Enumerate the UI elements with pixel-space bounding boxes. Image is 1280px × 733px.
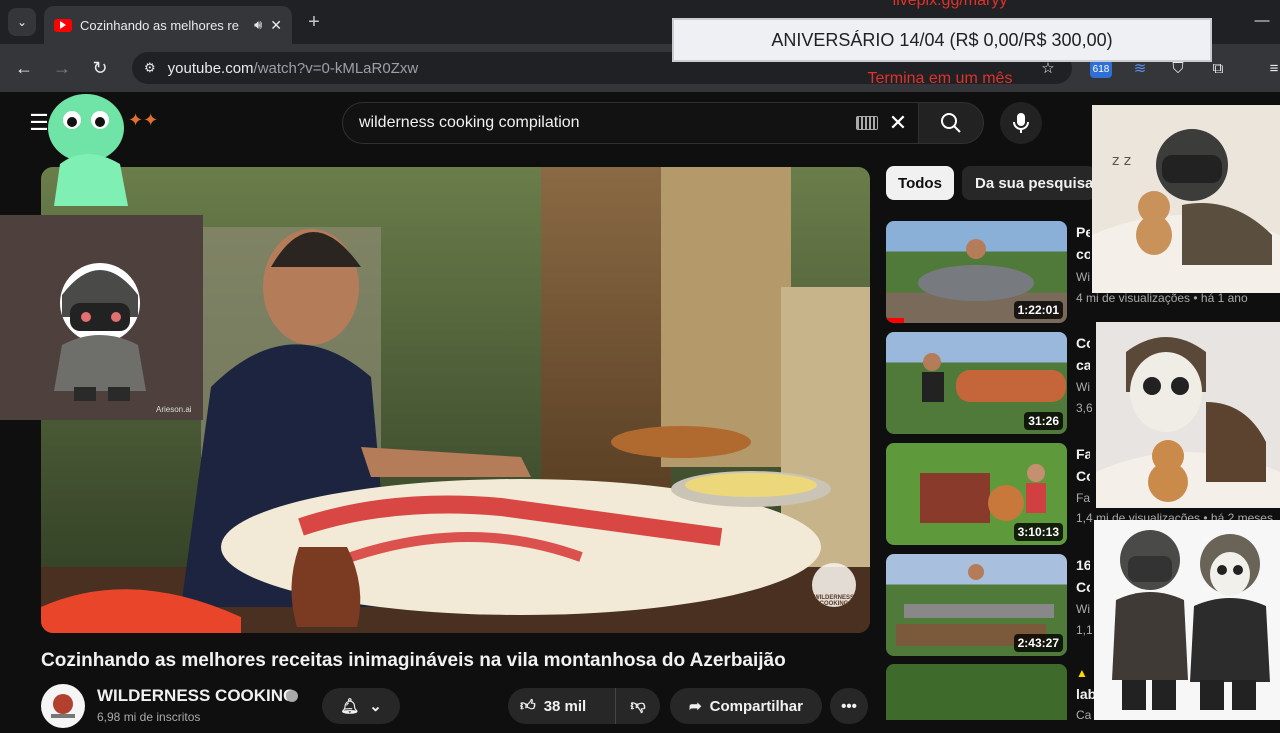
related-channel: Wi: [1076, 270, 1090, 284]
thumbs-up-icon: 👍︎: [520, 697, 536, 714]
clear-search-icon[interactable]: ✕: [886, 110, 910, 136]
related-title-line2[interactable]: Co: [1076, 466, 1090, 486]
tab-close-icon[interactable]: ✕: [270, 17, 282, 34]
channel-avatar[interactable]: [41, 684, 85, 728]
back-button[interactable]: ←: [8, 52, 40, 84]
related-title-line2[interactable]: co: [1076, 244, 1090, 264]
sleeping-ghost-sticker: [1096, 322, 1280, 508]
dislike-button[interactable]: 👎︎: [616, 688, 660, 724]
youtube-favicon-icon: [54, 18, 72, 32]
url-host: youtube.com: [167, 59, 254, 77]
verified-badge-icon: [286, 690, 298, 702]
two-soldiers-sticker: [1094, 520, 1280, 720]
related-views: 3,6: [1076, 401, 1092, 415]
like-dislike-group: 👍︎ 38 mil 👎︎: [508, 688, 660, 724]
like-button[interactable]: 👍︎ 38 mil: [508, 688, 616, 724]
related-thumbnail[interactable]: [886, 664, 1067, 720]
window-minimize-icon[interactable]: —: [1250, 8, 1274, 32]
related-title[interactable]: 16: [1076, 555, 1090, 575]
related-thumbnail[interactable]: 31:26: [886, 332, 1067, 434]
tab-search-button[interactable]: ⌄: [8, 8, 36, 36]
flame-decoration-icon: ✦✦: [128, 110, 159, 130]
share-label: Compartilhar: [709, 697, 803, 715]
tab-title: Cozinhando as melhores re: [80, 17, 239, 33]
donation-goal-banner: ANIVERSÁRIO 14/04 (R$ 0,00/R$ 300,00): [672, 18, 1212, 62]
related-title[interactable]: lab: [1076, 684, 1096, 704]
related-views: 1,1: [1076, 623, 1092, 637]
sleeping-soldier-sticker: z z: [1092, 105, 1280, 293]
chip-from-search[interactable]: Da sua pesquisa: [962, 166, 1096, 200]
extension-badge[interactable]: 618: [1090, 60, 1112, 78]
notification-bell-button[interactable]: 🔔︎ ⌄: [322, 688, 400, 724]
bell-icon: 🔔︎: [340, 698, 360, 715]
site-info-icon[interactable]: ⚙: [144, 60, 156, 76]
related-views: 4 mi de visualizações • há 1 ano: [1076, 291, 1248, 305]
livepix-link: livepix.gg/maryy: [892, 0, 1008, 9]
svg-text:z z: z z: [1112, 153, 1131, 169]
related-thumbnail[interactable]: 1:22:01: [886, 221, 1067, 323]
video-duration: 1:22:01: [1013, 301, 1063, 319]
reload-button[interactable]: ↻: [84, 52, 116, 84]
related-title[interactable]: Co: [1076, 333, 1090, 353]
browser-tab[interactable]: Cozinhando as melhores re 🔊︎ ✕: [44, 6, 292, 44]
like-count: 38 mil: [543, 697, 587, 715]
related-thumbnail[interactable]: 2:43:27: [886, 554, 1067, 656]
sticker-signature: Arieson.ai: [156, 405, 192, 414]
subscriber-count: 6,98 mi de inscritos: [97, 710, 201, 724]
voice-search-button[interactable]: [1000, 102, 1042, 144]
search-icon: [941, 113, 961, 133]
microphone-icon: [1013, 113, 1029, 133]
url-path: /watch?v=0-kMLaR0Zxw: [253, 59, 419, 77]
chip-all[interactable]: Todos: [886, 166, 954, 200]
thumbs-down-icon: 👎︎: [630, 697, 646, 714]
forward-button[interactable]: →: [46, 52, 78, 84]
video-duration: 3:10:13: [1013, 523, 1063, 541]
green-mascot-sticker: [40, 84, 132, 214]
chibi-soldier-sticker: Arieson.ai: [0, 215, 203, 420]
more-actions-button[interactable]: •••: [830, 688, 868, 724]
related-title[interactable]: Pe: [1076, 222, 1090, 242]
share-arrow-icon: ➦: [689, 698, 702, 715]
related-thumbnail[interactable]: 3:10:13: [886, 443, 1067, 545]
speaker-icon[interactable]: 🔊︎: [254, 17, 262, 33]
browser-menu-icon[interactable]: ≡: [1262, 56, 1280, 80]
related-title-line2[interactable]: ca: [1076, 355, 1090, 375]
related-channel: Wi: [1076, 380, 1090, 394]
related-channel: Fa: [1076, 491, 1091, 505]
video-title: Cozinhando as melhores receitas inimagin…: [41, 650, 786, 671]
search-button[interactable]: [918, 102, 984, 144]
share-button[interactable]: ➦ Compartilhar: [670, 688, 822, 724]
goal-deadline: Termina em um mês: [867, 70, 1013, 87]
related-title[interactable]: Fa: [1076, 444, 1090, 464]
related-title-line2[interactable]: Co: [1076, 577, 1090, 597]
channel-watermark: WILDERNESS COOKING: [813, 595, 854, 607]
warning-icon: ▲: [1076, 666, 1088, 680]
channel-name[interactable]: WILDERNESS COOKING: [97, 686, 296, 706]
chevron-down-icon: ⌄: [369, 698, 382, 715]
video-duration: 2:43:27: [1013, 634, 1063, 652]
video-duration: 31:26: [1024, 412, 1063, 430]
keyboard-icon[interactable]: [856, 116, 878, 130]
new-tab-button[interactable]: +: [300, 8, 328, 36]
related-channel: Wi: [1076, 602, 1090, 616]
search-input[interactable]: wilderness cooking compilation: [342, 102, 920, 144]
